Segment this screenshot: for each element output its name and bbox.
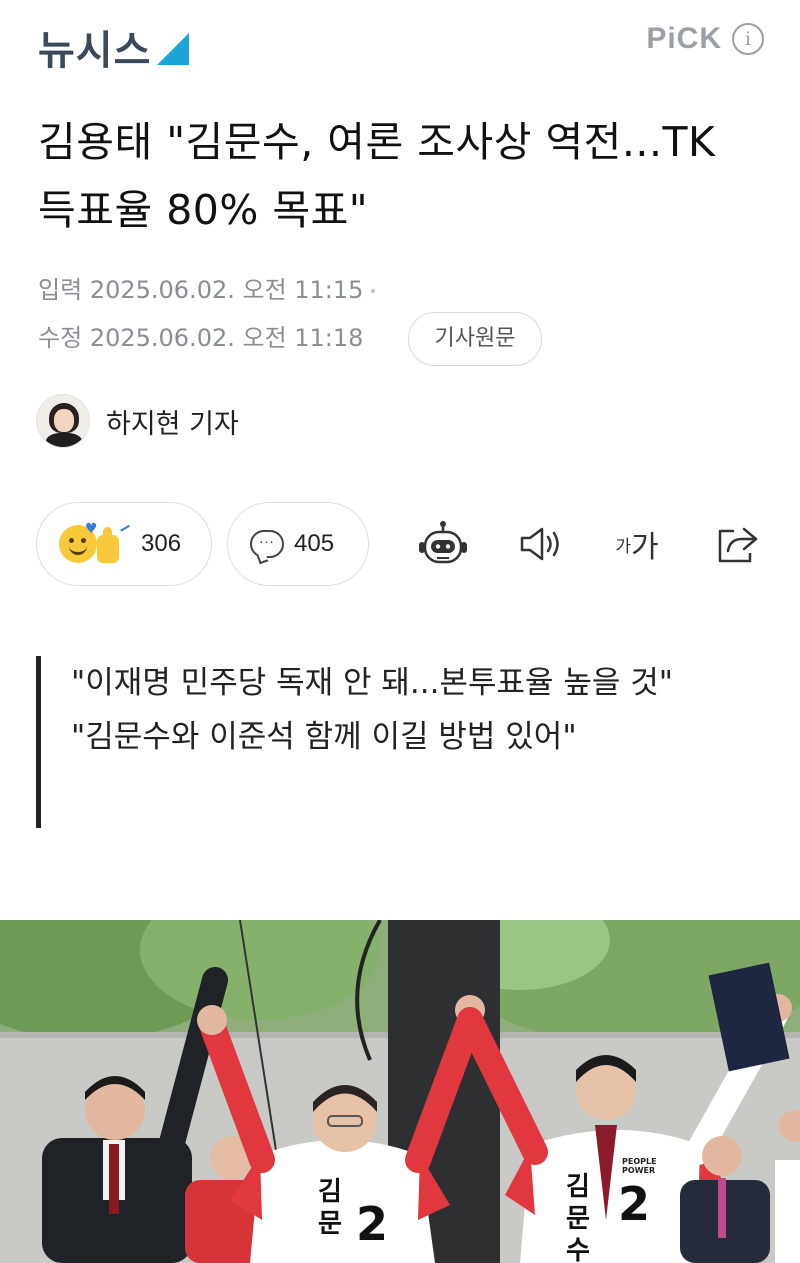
jersey-number-center: 2 [356,1197,388,1251]
newsis-logo[interactable]: 뉴시스 [38,18,190,76]
text-to-speech-button[interactable] [516,518,566,570]
pick-label: PiCK [646,22,722,55]
font-size-big-glyph: 가 [631,530,659,565]
reaction-button[interactable]: ♥ 306 [36,502,212,586]
share-button[interactable] [712,518,762,570]
reporter-byline[interactable]: 하지현 기자 [36,394,239,448]
subtitle-line-2: "김문수와 이준석 함께 이길 방법 있어" [71,719,577,755]
svg-text:수: 수 [566,1236,590,1263]
comment-count: 405 [294,530,335,557]
svg-text:PEOPLE: PEOPLE [622,1157,657,1166]
robot-summary-icon [419,521,467,564]
app-header: 뉴시스 PiCK i [0,0,800,90]
reporter-name[interactable]: 하지현 기자 [106,402,239,441]
article-title: 김용태 "김문수, 여론 조사상 역전...TK 득표율 80% 목표" [38,118,716,234]
subtitle-line-1: "이재명 민주당 독재 안 돼...본투표율 높을 것" [71,665,674,701]
comment-icon: ··· [250,530,284,558]
modified-time: 2025.06.02. 오전 11:18 [89,324,364,352]
input-time: 2025.06.02. 오전 11:15 [89,276,364,304]
jersey-name-center: 김 [318,1177,342,1207]
separator-dot [371,289,376,293]
modified-label: 수정 [38,324,83,352]
reaction-count: 306 [141,530,182,557]
svg-text:POWER: POWER [622,1166,655,1175]
comment-button[interactable]: ··· 405 [227,502,369,586]
share-icon [718,527,758,563]
input-label: 입력 [38,276,83,304]
input-timestamp: 입력 2025.06.02. 오전 11:15 [38,270,376,305]
jersey-name-right: 김 [566,1172,590,1202]
article-subtitle-block: "이재명 민주당 독재 안 돼...본투표율 높을 것" "김문수와 이준석 함… [36,656,762,828]
robot-summary-button[interactable] [416,518,470,570]
modified-timestamp: 수정 2025.06.02. 오전 11:18 [38,318,363,353]
svg-text:문: 문 [566,1204,590,1234]
font-size-small-glyph: 가 [615,536,632,557]
jersey-number-right: 2 [618,1177,650,1231]
svg-text:문: 문 [318,1209,342,1239]
article-photo[interactable]: 김 문 2 김 문 수 2 PEOPLE POWER [0,920,800,1263]
info-icon[interactable]: i [732,23,764,55]
font-size-button[interactable]: 가가 [608,518,666,570]
original-article-button[interactable]: 기사원문 [408,312,542,366]
article-toolbar: ♥ 306 ··· 405 가가 [0,502,800,586]
logo-triangle-icon [157,33,190,65]
pick-badge[interactable]: PiCK i [646,22,764,56]
reporter-avatar[interactable] [36,394,90,448]
reaction-emoji-icon: ♥ [59,521,133,567]
speaker-icon [520,527,559,561]
campaign-rally-photo: 김 문 2 김 문 수 2 PEOPLE POWER [0,920,800,1263]
logo-text: 뉴시스 [38,28,152,74]
